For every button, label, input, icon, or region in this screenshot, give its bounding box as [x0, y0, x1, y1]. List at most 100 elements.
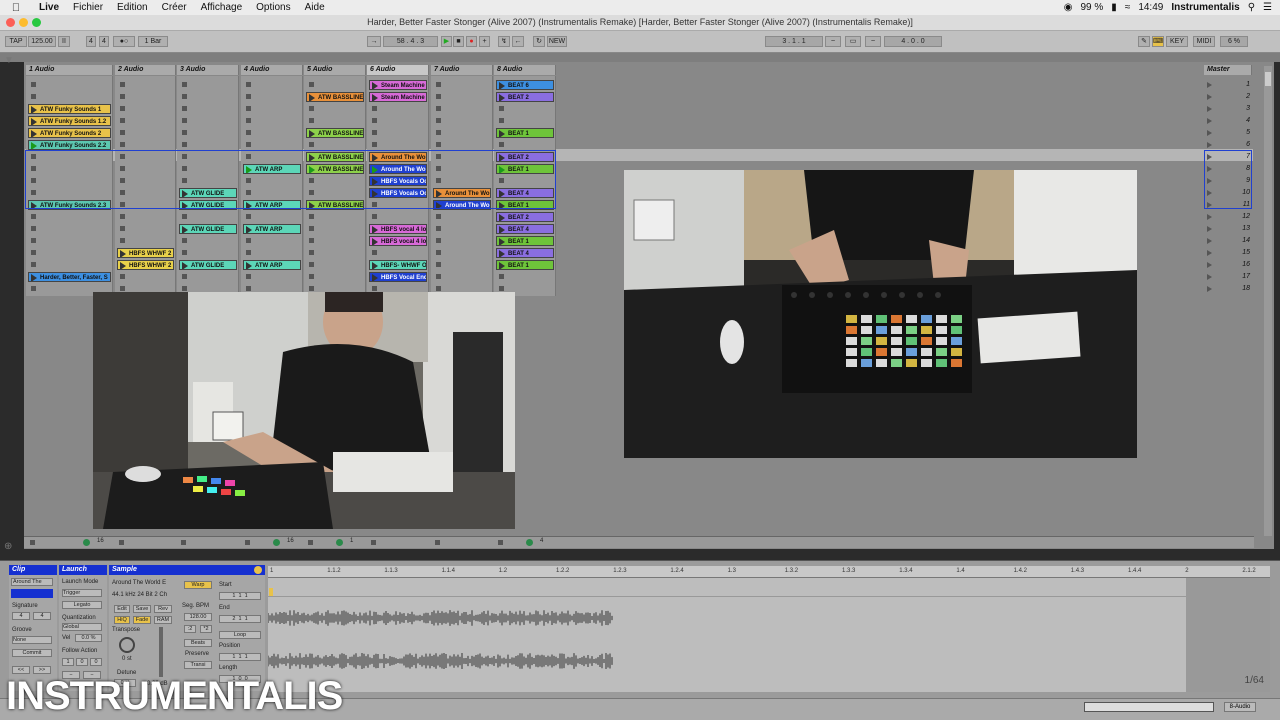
clip-stop-button[interactable] — [27, 260, 37, 270]
stop-button[interactable]: ■ — [453, 36, 464, 47]
clip-stop-button[interactable] — [178, 212, 188, 222]
clip-stop-button[interactable] — [27, 248, 37, 258]
track-stop-all-button[interactable] — [30, 540, 35, 545]
clip-slot[interactable]: Harder, Better, Faster, S — [28, 272, 111, 282]
clip-slot[interactable]: BEAT 1 — [496, 260, 554, 270]
clip-stop-button[interactable] — [432, 224, 442, 234]
scene-number[interactable]: 15 — [1210, 249, 1250, 256]
session-scrollbar[interactable] — [1264, 66, 1272, 536]
new-button[interactable]: NEW — [547, 36, 567, 47]
metronome-button[interactable]: ●○ — [113, 36, 135, 47]
clip-stop-button[interactable] — [432, 212, 442, 222]
clip-launch-icon[interactable] — [182, 226, 188, 233]
record-status-icon[interactable]: ◉ — [1064, 2, 1073, 13]
key-map-button[interactable]: KEY — [1166, 36, 1188, 47]
clip-launch-icon[interactable] — [31, 118, 37, 125]
menu-aide[interactable]: Aide — [298, 2, 332, 13]
track-stop-all-button[interactable] — [308, 540, 313, 545]
launch-quantization-select[interactable]: Global — [62, 623, 102, 631]
track-stop-all-button[interactable] — [371, 540, 376, 545]
clip-launch-icon[interactable] — [499, 130, 505, 137]
clip-stop-button[interactable] — [116, 128, 126, 138]
battery-text[interactable]: 99 % — [1081, 2, 1104, 13]
clip-slot[interactable]: ATW GLIDE — [179, 224, 237, 234]
groove-select[interactable]: None — [12, 636, 52, 644]
scene-number[interactable]: 8 — [1210, 165, 1250, 172]
sample-panel-options-icon[interactable] — [254, 566, 262, 574]
battery-icon[interactable]: ▮ — [1111, 2, 1117, 13]
clip-stop-button[interactable] — [242, 92, 252, 102]
clip-stop-button[interactable] — [432, 248, 442, 258]
gain-slider[interactable] — [159, 627, 163, 677]
clip-stop-button[interactable] — [432, 116, 442, 126]
clip-stop-button[interactable] — [242, 212, 252, 222]
clip-stop-button[interactable] — [116, 212, 126, 222]
clip-launch-icon[interactable] — [309, 94, 315, 101]
clip-launch-icon[interactable] — [499, 238, 505, 245]
arrangement-position[interactable]: 58 . 4 . 3 — [383, 36, 438, 47]
legato-button[interactable]: Legato — [62, 601, 102, 609]
warp-mode-select[interactable]: Beats — [184, 639, 212, 647]
sample-waveform-editor[interactable]: 1 1.1.2 1.1.3 1.1.4 1.2 1.2.2 1.2.3 1.2.4 1.3 1.3… — [268, 566, 1270, 692]
close-window-button[interactable] — [6, 18, 15, 27]
track-header-3[interactable]: 3 Audio — [177, 65, 239, 75]
clip-launch-icon[interactable] — [120, 262, 126, 269]
clip-slot[interactable]: ATW ARP — [243, 224, 301, 234]
track-stop-all-button[interactable] — [245, 540, 250, 545]
warp-button[interactable]: Warp — [184, 581, 212, 589]
clip-slot[interactable]: ATW ARP — [243, 260, 301, 270]
scene-number[interactable]: 13 — [1210, 225, 1250, 232]
clip-stop-button[interactable] — [305, 212, 315, 222]
scene-number[interactable]: 17 — [1210, 273, 1250, 280]
zoom-window-button[interactable] — [32, 18, 41, 27]
clip-stop-button[interactable] — [495, 104, 505, 114]
follow-action-bars[interactable]: 1 — [62, 658, 74, 666]
track-header-2[interactable]: 2 Audio — [115, 65, 176, 75]
launch-mode-select[interactable]: Trigger — [62, 589, 102, 597]
clip-slot[interactable]: ATW Funky Sounds 2 — [28, 128, 111, 138]
clip-stop-button[interactable] — [116, 92, 126, 102]
clip-stop-button[interactable] — [178, 236, 188, 246]
clip-launch-icon[interactable] — [372, 94, 378, 101]
follow-action-sixteenths[interactable]: 0 — [90, 658, 102, 666]
scene-number[interactable]: 9 — [1210, 177, 1250, 184]
loop-position-field[interactable]: 1 1 1 — [219, 653, 261, 661]
clip-stop-button[interactable] — [368, 116, 378, 126]
clip-stop-button[interactable] — [305, 260, 315, 270]
follow-button[interactable]: → — [367, 36, 381, 47]
start-marker[interactable] — [269, 588, 273, 596]
scene-number[interactable]: 18 — [1210, 285, 1250, 292]
clip-launch-icon[interactable] — [120, 250, 126, 257]
time-sig-denominator[interactable]: 4 — [99, 36, 109, 47]
seg-bpm-field[interactable]: 128.00 — [184, 613, 212, 621]
clip-launch-icon[interactable] — [31, 274, 37, 281]
clip-launch-icon[interactable] — [246, 262, 252, 269]
io-toggle-icon[interactable]: ⊕ — [4, 541, 18, 555]
ram-button[interactable]: RAM — [154, 616, 172, 624]
track-stop-all-button[interactable] — [498, 540, 503, 545]
clip-launch-icon[interactable] — [499, 226, 505, 233]
clip-launch-icon[interactable] — [499, 214, 505, 221]
clip-stop-button[interactable] — [178, 128, 188, 138]
halve-tempo-button[interactable]: :2 — [184, 625, 196, 633]
clip-stop-button[interactable] — [27, 284, 37, 294]
menu-options[interactable]: Options — [249, 2, 297, 13]
clip-stop-button[interactable] — [305, 80, 315, 90]
clip-slot[interactable]: HBFS WHWF 2 — [117, 260, 174, 270]
clip-stop-button[interactable] — [368, 104, 378, 114]
back-to-arrangement-button[interactable]: ← — [512, 36, 524, 47]
clip-name-field[interactable]: Around The — [11, 578, 53, 586]
clip-stop-button[interactable] — [242, 80, 252, 90]
clip-stop-button[interactable] — [27, 92, 37, 102]
clock-text[interactable]: 14:49 — [1138, 2, 1163, 13]
clip-stop-button[interactable] — [432, 80, 442, 90]
detail-scrollbar[interactable] — [1084, 702, 1214, 712]
session-record-loop-icon[interactable]: ↻ — [533, 36, 545, 47]
clip-slot[interactable]: ATW BASSLINE — [306, 92, 364, 102]
scene-number[interactable]: 6 — [1210, 141, 1250, 148]
signature-denominator[interactable]: 4 — [33, 612, 51, 620]
clip-slot[interactable]: HBFS vocal 4 lo — [369, 236, 427, 246]
clip-slot[interactable]: HBFS WHWF 2 — [117, 248, 174, 258]
clip-stop-button[interactable] — [178, 140, 188, 150]
scene-number[interactable]: 7 — [1210, 153, 1250, 160]
